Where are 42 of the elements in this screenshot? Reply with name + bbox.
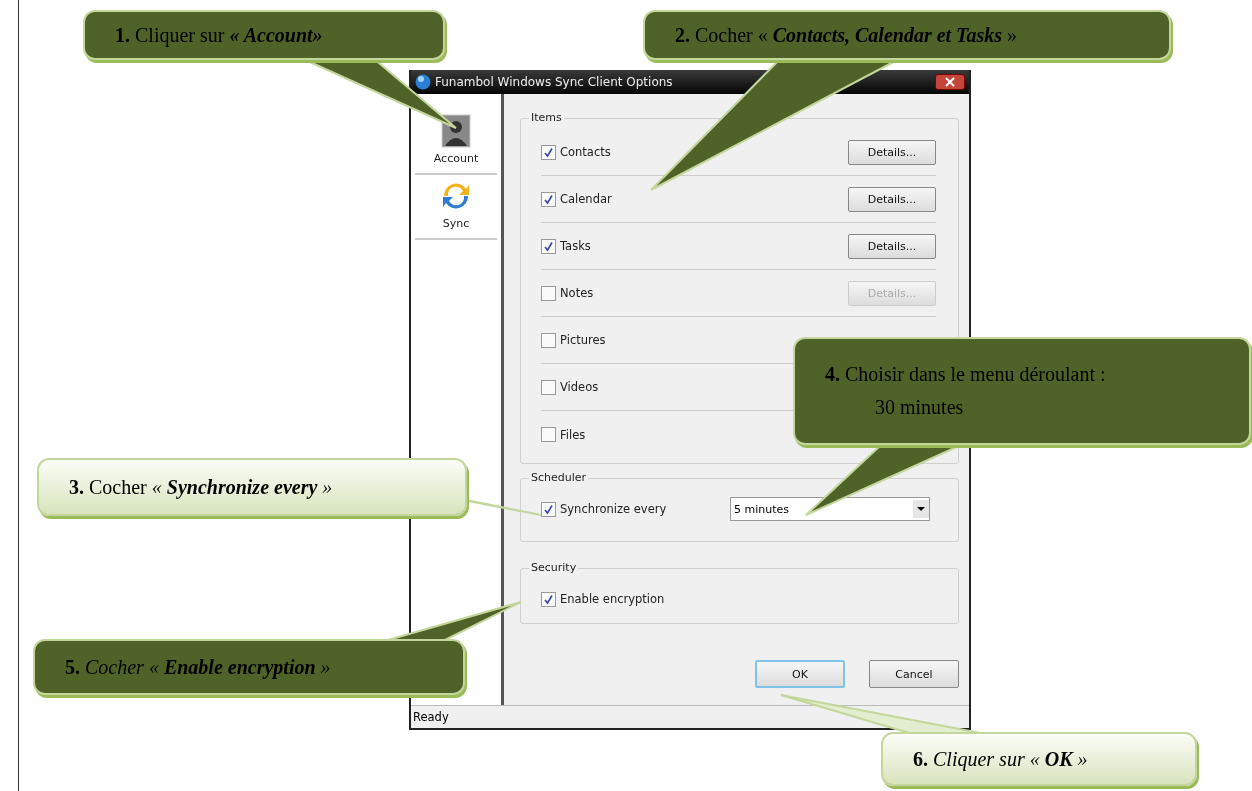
checkbox-label: Pictures (560, 333, 606, 347)
checkbox[interactable] (541, 191, 556, 207)
ok-button[interactable]: OK (755, 660, 845, 688)
close-button[interactable] (935, 74, 965, 90)
checkbox[interactable] (541, 332, 556, 348)
checkbox[interactable] (541, 379, 556, 395)
cancel-button[interactable]: Cancel (869, 660, 959, 688)
callout-text: 5. Cocher « Enable encryption » (65, 655, 332, 679)
details-button[interactable]: Details... (848, 233, 936, 259)
checkbox-label: Calendar (560, 192, 612, 206)
interval-dropdown[interactable]: 5 minutes (730, 497, 930, 521)
group-title: Items (529, 111, 564, 124)
group-title: Security (529, 561, 579, 574)
checkbox[interactable] (541, 501, 556, 517)
status-text: Ready (413, 710, 449, 724)
callout-text: 3. Cocher « Synchronize every » (69, 475, 334, 499)
checkbox-label: Contacts (560, 145, 611, 159)
callout-text: 1. Cliquer sur « Account» (115, 23, 324, 47)
checkbox-label: Files (560, 427, 586, 442)
checkbox-label: Synchronize every (560, 502, 667, 516)
checkbox-label: Enable encryption (560, 592, 665, 606)
dropdown-caret-icon (913, 500, 929, 518)
globe-icon (415, 74, 431, 90)
checkbox[interactable] (541, 591, 556, 607)
callout-text: 4. Choisir dans le menu déroulant : (825, 363, 1107, 386)
details-button[interactable]: Details... (848, 186, 936, 212)
close-icon (945, 77, 955, 87)
window-title: Funambol Windows Sync Client Options (435, 75, 674, 89)
checkbox[interactable] (541, 427, 556, 442)
checkbox[interactable] (541, 144, 556, 160)
checkbox[interactable] (541, 285, 556, 301)
checkbox-label: Videos (560, 380, 599, 394)
checkbox-label: Tasks (560, 239, 591, 253)
callout-text: 2. Cocher « Contacts, Calendar et Tasks » (675, 23, 1019, 47)
checkbox-label: Notes (560, 286, 594, 300)
sidebar-item[interactable]: Sync (415, 175, 497, 240)
details-button[interactable]: Details... (848, 139, 936, 165)
callout-text: 30 minutes (875, 396, 965, 419)
group-title: Scheduler (529, 471, 589, 484)
callout-text: 6. Cliquer sur « OK » (913, 747, 1089, 771)
checkbox[interactable] (541, 238, 556, 254)
person-icon (441, 114, 471, 148)
